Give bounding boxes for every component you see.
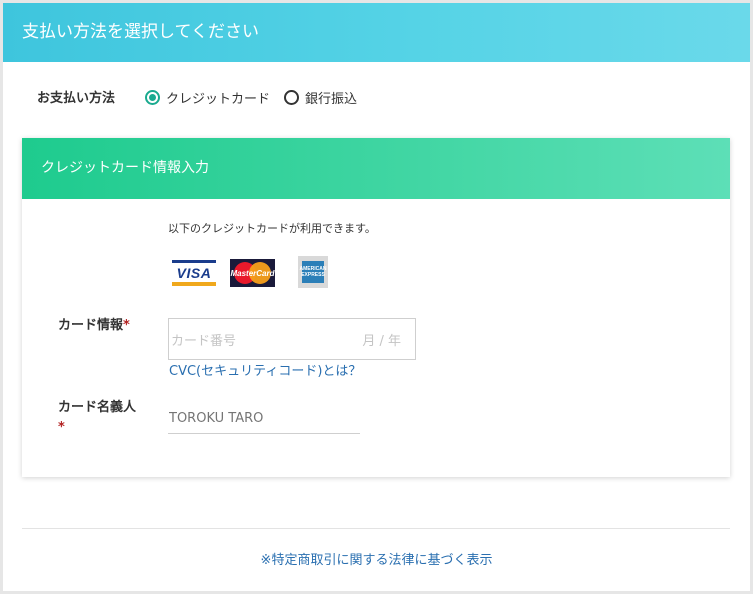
card-number-field[interactable]: カード番号 月 / 年 [168,318,416,360]
required-mark: * [123,318,130,333]
visa-logo-icon: VISA [172,260,216,286]
mastercard-logo-icon: MasterCard [230,259,275,287]
card-name-input[interactable] [168,404,360,434]
card-info-section: クレジットカード情報入力 以下のクレジットカードが利用できます。 VISA Ma… [22,138,730,477]
available-cards-text: 以下のクレジットカードが利用できます。 [168,222,376,235]
page-title: 支払い方法を選択してください [3,3,750,62]
card-name-label: カード名義人* [58,400,137,435]
mastercard-logo-text: MasterCard [230,268,275,278]
card-number-placeholder: カード番号 [171,333,237,349]
visa-logo-text: VISA [176,264,212,281]
radio-credit-card-label: クレジットカード [166,91,271,107]
amex-logo-icon: AMERICAN EXPRESS [298,256,328,288]
amex-logo-text: AMERICAN EXPRESS [300,261,326,283]
payment-method-label: お支払い方法 [37,91,116,106]
divider [22,528,730,529]
card-info-label: カード情報* [58,318,130,333]
cvc-help-link[interactable]: CVC(セキュリティコード)とは？ [169,360,361,379]
payment-panel: 支払い方法を選択してください お支払い方法 クレジットカード 銀行振込 クレジッ… [3,3,750,591]
radio-checked-icon [145,89,160,105]
section-title: クレジットカード情報入力 [22,138,730,199]
radio-credit-card[interactable]: クレジットカード [145,88,271,107]
legal-notice-link[interactable]: ※特定商取引に関する法律に基づく表示 [3,549,750,568]
card-expiry-placeholder: 月 / 年 [362,333,401,349]
radio-bank-transfer[interactable]: 銀行振込 [284,88,358,107]
radio-bank-transfer-label: 銀行振込 [305,91,358,107]
payment-method-row: お支払い方法 クレジットカード 銀行振込 [3,83,750,113]
required-mark: * [58,420,65,435]
radio-unchecked-icon [284,89,299,105]
